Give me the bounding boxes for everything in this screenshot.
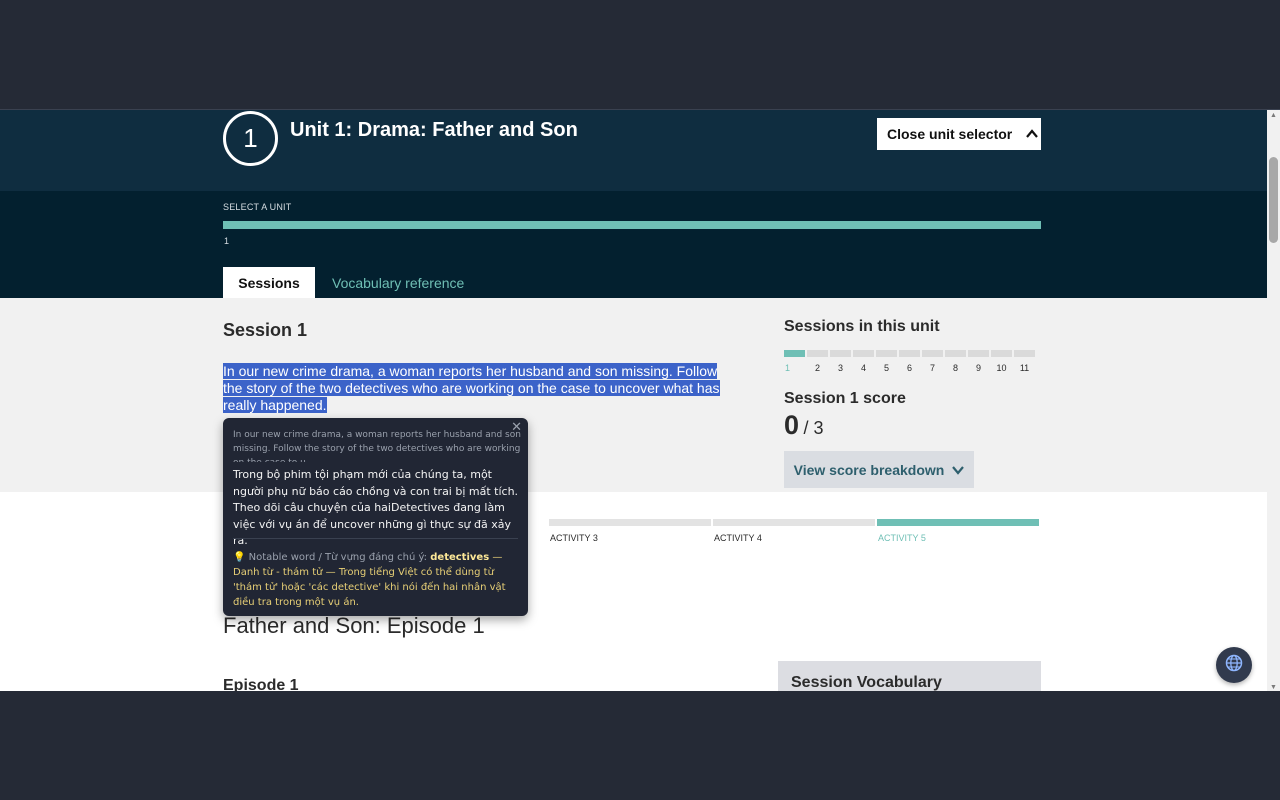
score-value: 0 / 3 — [784, 410, 824, 441]
activity-4-label[interactable]: ACTIVITY 4 — [714, 533, 762, 543]
view-score-breakdown-button[interactable]: View score breakdown — [784, 451, 974, 488]
session-number-1[interactable]: 1 — [784, 363, 805, 373]
close-unit-selector-label: Close unit selector — [887, 126, 1013, 142]
close-unit-selector-button[interactable]: Close unit selector — [877, 118, 1041, 150]
session-segment-2[interactable] — [807, 350, 828, 357]
unit-title: Unit 1: Drama: Father and Son — [290, 119, 578, 141]
session-number-4[interactable]: 4 — [853, 363, 874, 373]
sessions-panel: Sessions in this unit 1 2 3 4 5 6 7 8 9 10 11 Sess… — [784, 318, 1044, 488]
session-number-6[interactable]: 6 — [899, 363, 920, 373]
translation-tooltip: ✕ In our new crime drama, a woman report… — [223, 418, 528, 616]
view-score-breakdown-label: View score breakdown — [793, 461, 945, 478]
tooltip-note: 💡 Notable word / Từ vựng đáng chú ý: det… — [233, 550, 523, 610]
unit-progress-bar[interactable] — [223, 221, 1041, 229]
session-number-10[interactable]: 10 — [991, 363, 1012, 373]
chevron-down-icon — [952, 462, 965, 478]
unit-selector-panel: SELECT A UNIT 1 Sessions Vocabulary refe… — [0, 191, 1267, 298]
session-summary: Session 1 In our new crime drama, a woma… — [0, 298, 1267, 492]
session-number-8[interactable]: 8 — [945, 363, 966, 373]
globe-icon — [1225, 654, 1243, 677]
unit-header: 1 Unit 1: Drama: Father and Son Close un… — [0, 110, 1267, 191]
page-viewport: 1 Unit 1: Drama: Father and Son Close un… — [0, 109, 1280, 691]
tooltip-note-word: detectives — [430, 552, 490, 563]
episode-heading: Father and Son: Episode 1 — [223, 613, 485, 638]
session-segment-8[interactable] — [945, 350, 966, 357]
session-vocabulary-box: Session Vocabulary — [778, 661, 1041, 691]
activity-progress-track — [549, 519, 1039, 526]
select-unit-label: SELECT A UNIT — [223, 202, 292, 212]
session-numbers: 1 2 3 4 5 6 7 8 9 10 11 — [784, 363, 1035, 373]
score-total: / 3 — [803, 418, 824, 438]
session-vocabulary-title: Session Vocabulary — [791, 674, 942, 691]
session-segment-1[interactable] — [784, 350, 805, 357]
unit-number-badge: 1 — [223, 111, 278, 166]
unit-bar-number[interactable]: 1 — [224, 236, 229, 246]
session-description-text: In our new crime drama, a woman reports … — [223, 363, 720, 413]
session-number-5[interactable]: 5 — [876, 363, 897, 373]
session-number-7[interactable]: 7 — [922, 363, 943, 373]
session-segment-7[interactable] — [922, 350, 943, 357]
activity-5-label[interactable]: ACTIVITY 5 — [878, 533, 926, 543]
tab-sessions[interactable]: Sessions — [223, 267, 315, 298]
episode-subheading: Episode 1 — [223, 677, 299, 691]
session-number-2[interactable]: 2 — [807, 363, 828, 373]
translate-globe-button[interactable] — [1216, 647, 1252, 683]
scroll-down-arrow-icon[interactable]: ▼ — [1270, 684, 1277, 691]
tooltip-divider — [233, 538, 518, 539]
session-segment-4[interactable] — [853, 350, 874, 357]
tab-vocabulary-reference[interactable]: Vocabulary reference — [332, 267, 464, 298]
session-segment-9[interactable] — [968, 350, 989, 357]
session-description: In our new crime drama, a woman reports … — [223, 363, 728, 414]
scroll-up-arrow-icon[interactable]: ▲ — [1270, 112, 1277, 119]
session-progress-track — [784, 350, 1035, 357]
session-number-3[interactable]: 3 — [830, 363, 851, 373]
activity-4-bar[interactable] — [713, 519, 875, 526]
lightbulb-icon: 💡 — [233, 552, 246, 563]
page-scrollbar[interactable]: ▲ ▼ — [1267, 110, 1280, 691]
session-segment-11[interactable] — [1014, 350, 1035, 357]
session-number-9[interactable]: 9 — [968, 363, 989, 373]
score-title: Session 1 score — [784, 390, 906, 407]
activity-3-bar[interactable] — [549, 519, 711, 526]
activity-3-label[interactable]: ACTIVITY 3 — [550, 533, 598, 543]
scrollbar-thumb[interactable] — [1269, 157, 1278, 243]
sessions-in-unit-title: Sessions in this unit — [784, 318, 940, 335]
tooltip-source-text: In our new crime drama, a woman reports … — [233, 430, 521, 462]
session-segment-5[interactable] — [876, 350, 897, 357]
session-segment-6[interactable] — [899, 350, 920, 357]
score-current: 0 — [784, 410, 800, 440]
session-segment-10[interactable] — [991, 350, 1012, 357]
session-title: Session 1 — [223, 320, 308, 340]
tooltip-note-label: Notable word / Từ vựng đáng chú ý: — [248, 552, 428, 563]
chevron-up-icon — [1026, 126, 1039, 142]
session-number-11[interactable]: 11 — [1014, 363, 1035, 373]
session-segment-3[interactable] — [830, 350, 851, 357]
activity-5-bar[interactable] — [877, 519, 1039, 526]
